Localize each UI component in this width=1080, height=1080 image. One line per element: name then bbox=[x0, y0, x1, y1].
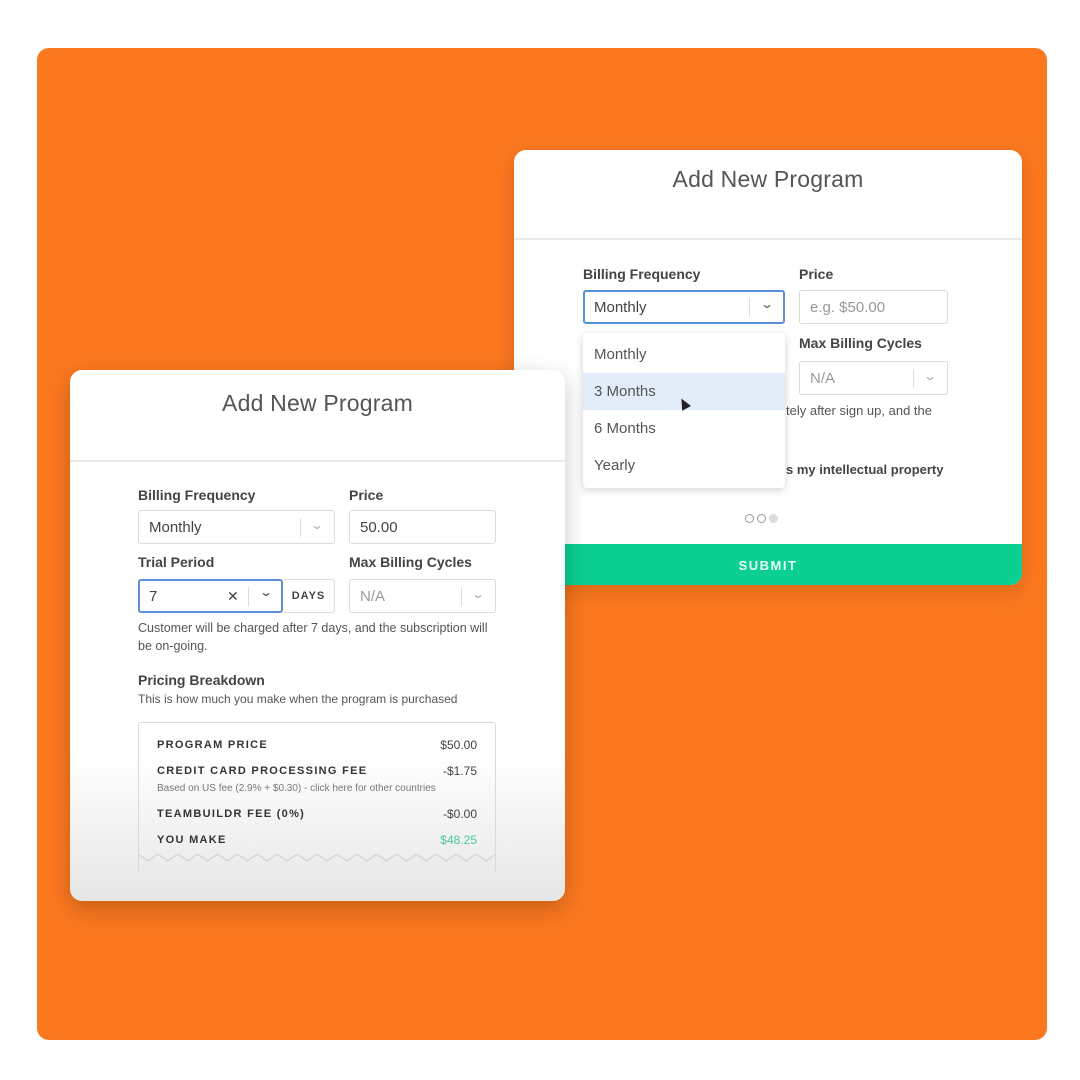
select-separator bbox=[300, 518, 301, 537]
back-card-title: Add New Program bbox=[672, 166, 864, 192]
front-card-title: Add New Program bbox=[222, 390, 413, 416]
back-max-billing-label: Max Billing Cycles bbox=[799, 335, 922, 351]
receipt-row-cc-fee: CREDIT CARD PROCESSING FEE -$1.75 bbox=[157, 764, 477, 778]
pagination-dot-2[interactable] bbox=[757, 514, 766, 523]
receipt-row-you-make: YOU MAKE $48.25 bbox=[157, 833, 477, 847]
receipt-label: YOU MAKE bbox=[157, 834, 227, 846]
front-billing-frequency-value: Monthly bbox=[149, 519, 202, 536]
receipt-label: CREDIT CARD PROCESSING FEE bbox=[157, 765, 368, 777]
receipt-zigzag-edge bbox=[138, 854, 496, 862]
pagination-dot-1[interactable] bbox=[745, 514, 754, 523]
submit-button[interactable]: SUBMIT bbox=[514, 544, 1022, 585]
pagination-dot-3-active[interactable] bbox=[769, 514, 778, 523]
trial-help-text: Customer will be charged after 7 days, a… bbox=[138, 621, 488, 653]
dropdown-option-monthly[interactable]: Monthly bbox=[583, 336, 785, 373]
select-separator bbox=[461, 587, 462, 606]
receipt-amount: -$0.00 bbox=[442, 807, 477, 821]
front-max-billing-label: Max Billing Cycles bbox=[349, 554, 472, 570]
dropdown-option-6-months[interactable]: 6 Months bbox=[583, 410, 785, 447]
chevron-down-icon[interactable]: ⌄ bbox=[471, 587, 485, 601]
front-price-label: Price bbox=[349, 487, 384, 503]
back-max-billing-select[interactable]: N/A ⌄ bbox=[799, 361, 948, 395]
back-price-label: Price bbox=[799, 266, 834, 282]
front-price-value: 50.00 bbox=[360, 519, 398, 536]
receipt-row-teambuildr-fee: TEAMBUILDR FEE (0%) -$0.00 bbox=[157, 807, 477, 821]
trial-period-input[interactable]: 7 ✕ ⌄ bbox=[138, 579, 283, 613]
clear-x-icon[interactable]: ✕ bbox=[227, 588, 239, 605]
trial-period-label: Trial Period bbox=[138, 554, 215, 570]
back-ip-checkbox-text-partial: s my intellectual property bbox=[786, 462, 944, 477]
receipt-amount-earnings: $48.25 bbox=[440, 833, 477, 847]
receipt-row-program-price: PROGRAM PRICE $50.00 bbox=[157, 738, 477, 752]
pricing-breakdown-subtitle: This is how much you make when the progr… bbox=[138, 692, 458, 706]
dropdown-option-yearly[interactable]: Yearly bbox=[583, 447, 785, 484]
back-max-billing-value: N/A bbox=[810, 370, 836, 387]
chevron-down-icon[interactable]: ⌄ bbox=[310, 518, 324, 532]
select-separator bbox=[913, 369, 914, 388]
cc-fee-note-link[interactable]: Based on US fee (2.9% + $0.30) - click h… bbox=[157, 783, 436, 794]
receipt-label: TEAMBUILDR FEE (0%) bbox=[157, 808, 306, 820]
back-price-placeholder: e.g. $50.00 bbox=[810, 299, 886, 316]
front-max-billing-select[interactable]: N/A ⌄ bbox=[349, 579, 496, 613]
select-separator bbox=[248, 587, 249, 606]
select-separator bbox=[749, 298, 750, 317]
front-modal-card: Add New Program Billing Frequency Monthl… bbox=[70, 370, 565, 901]
front-card-divider bbox=[70, 460, 565, 462]
back-billing-frequency-select[interactable]: Monthly ⌄ bbox=[583, 290, 785, 324]
front-max-billing-value: N/A bbox=[360, 588, 386, 605]
front-price-input[interactable]: 50.00 bbox=[349, 510, 496, 544]
receipt-label: PROGRAM PRICE bbox=[157, 739, 269, 751]
pricing-breakdown-title: Pricing Breakdown bbox=[138, 672, 265, 688]
front-billing-frequency-label: Billing Frequency bbox=[138, 487, 256, 503]
pagination-dots bbox=[745, 514, 778, 523]
front-billing-frequency-select[interactable]: Monthly ⌄ bbox=[138, 510, 335, 544]
back-card-divider bbox=[514, 238, 1022, 240]
back-billing-frequency-value: Monthly bbox=[594, 299, 647, 316]
back-help-text-partial: tely after sign up, and the bbox=[786, 403, 932, 418]
back-billing-frequency-label: Billing Frequency bbox=[583, 266, 701, 282]
trial-period-value: 7 bbox=[149, 588, 158, 605]
trial-unit-days[interactable]: DAYS bbox=[283, 579, 335, 613]
billing-frequency-dropdown-menu: Monthly 3 Months 6 Months Yearly bbox=[583, 333, 785, 488]
chevron-down-icon[interactable]: ⌄ bbox=[259, 585, 273, 599]
receipt-amount: $50.00 bbox=[440, 738, 477, 752]
pricing-receipt: PROGRAM PRICE $50.00 CREDIT CARD PROCESS… bbox=[138, 722, 496, 872]
chevron-down-icon[interactable]: ⌄ bbox=[760, 297, 774, 311]
back-price-input[interactable]: e.g. $50.00 bbox=[799, 290, 948, 324]
chevron-down-icon[interactable]: ⌄ bbox=[923, 369, 937, 383]
receipt-amount: -$1.75 bbox=[442, 764, 477, 778]
